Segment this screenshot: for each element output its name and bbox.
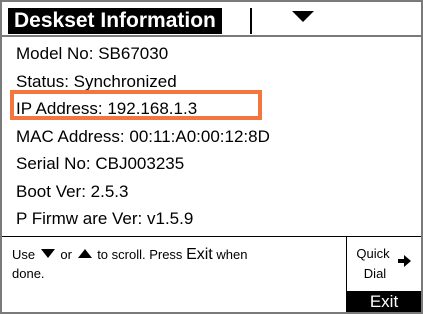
info-model: Model No: SB67030 [16,44,169,63]
hint-when: when [216,247,248,262]
hint-press: to scroll. Press [97,247,183,262]
scroll-up-icon [77,249,92,258]
info-list: Model No: SB67030 Status: Synchronized I… [16,40,270,233]
ip-address-highlight [10,90,262,120]
quick-dial-button[interactable]: Quick Dial [351,244,395,284]
info-boot-ver: Boot Ver: 2.5.3 [16,181,129,201]
deskset-info-screen: Deskset Information Model No: SB67030 St… [0,0,423,314]
arrow-right-icon [398,255,411,267]
hint-use: Use [12,247,36,262]
scroll-hint: Use or to scroll. Press Exit when done. [12,245,342,283]
hint-done: done. [12,266,45,281]
title-separator [250,8,252,34]
title-divider [2,35,421,37]
scroll-down-icon [40,249,55,258]
quick-dial-line2: Dial [363,266,387,281]
info-mac-address: MAC Address: 00:11:A0:00:12:8D [16,126,270,146]
page-title: Deskset Information [8,8,222,34]
triangle-down-icon[interactable] [292,11,314,22]
footer-divider [2,236,421,237]
info-serial: Serial No: CBJ003235 [16,154,185,173]
hint-exit-word: Exit [186,246,213,263]
title-bar-background [250,8,419,34]
info-firmware-ver: P Firmw are Ver: v1.5.9 [16,209,194,228]
hint-or: or [60,247,72,262]
exit-button[interactable]: Exit [347,291,421,312]
quick-dial-line1: Quick [356,246,390,261]
